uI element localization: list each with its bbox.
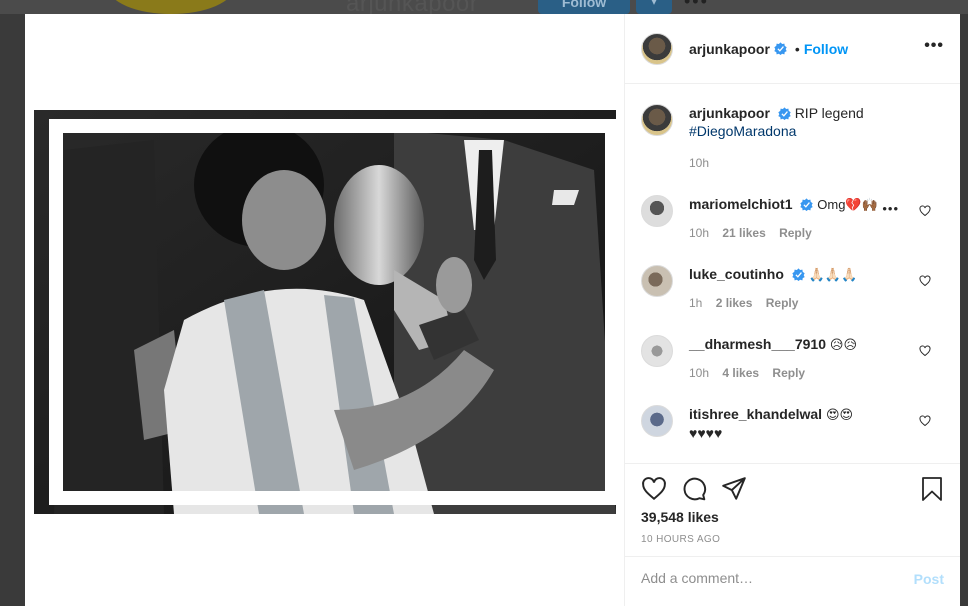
comment-like-heart-icon[interactable] [919, 275, 931, 287]
post-comment-button[interactable]: Post [914, 571, 944, 587]
reply-button[interactable]: Reply [766, 296, 799, 310]
comment-like-heart-icon[interactable] [919, 345, 931, 357]
post-media [25, 14, 625, 606]
commenter-avatar[interactable] [641, 405, 673, 437]
comment-text: 🙏🏻🙏🏻🙏🏻 [808, 267, 858, 282]
comment-likes[interactable]: 2 likes [716, 296, 753, 310]
comment-text: 😥😥 [829, 337, 857, 352]
verified-badge-icon [792, 268, 805, 281]
comment-text: 😍😍 [825, 407, 854, 422]
comment-likes[interactable]: 21 likes [722, 226, 765, 240]
more-options-icon[interactable]: ••• [924, 38, 944, 54]
comment-input[interactable] [641, 570, 891, 586]
background-username: arjunkapoor [346, 0, 479, 14]
post-timestamp[interactable]: 10 HOURS AGO [641, 534, 720, 545]
author-avatar[interactable] [641, 32, 673, 65]
commenter-avatar[interactable] [641, 195, 673, 227]
verified-badge-icon [800, 198, 814, 211]
comment-text: Omg💔🙌🏾 [817, 197, 878, 212]
post-photo[interactable] [34, 110, 616, 514]
commenter-username[interactable]: __dharmesh___7910 [689, 336, 826, 352]
comment-like-heart-icon[interactable] [919, 415, 931, 427]
post-actions: 39,548 likes 10 HOURS AGO [625, 463, 960, 545]
caption-text: RIP legend [794, 105, 864, 121]
share-icon[interactable] [721, 476, 747, 502]
comment-item: __dharmesh___7910 😥😥 10h 4 likes Reply [641, 335, 941, 382]
comment-time[interactable]: 1h [689, 296, 702, 310]
commenter-avatar[interactable] [641, 265, 673, 297]
post-header: arjunkapoor • Follow ••• [625, 14, 960, 84]
reply-button[interactable]: Reply [772, 366, 805, 380]
background-avatar [108, 0, 234, 14]
caption-avatar[interactable] [641, 104, 673, 136]
post-caption: arjunkapoor RIP legend #DiegoMaradona 10… [641, 104, 941, 172]
commenter-avatar[interactable] [641, 335, 673, 367]
background-follow-button[interactable]: Follow [538, 0, 630, 14]
comment-item: luke_coutinho 🙏🏻🙏🏻🙏🏻 1h 2 likes Reply [641, 265, 941, 312]
follow-button[interactable]: Follow [804, 41, 848, 57]
caption-hashtag[interactable]: #DiegoMaradona [689, 122, 864, 140]
add-comment-bar: Post [625, 556, 960, 606]
action-icons [641, 476, 944, 502]
header-separator-dot: • [794, 40, 800, 57]
comment-likes[interactable]: 4 likes [722, 366, 759, 380]
comment-item: mariomelchiot1 Omg💔🙌🏾 10h 21 likes Reply… [641, 195, 941, 242]
comment-text-line2: ♥♥♥♥ [689, 425, 723, 441]
likes-count[interactable]: 39,548 likes [641, 509, 719, 525]
post-modal: arjunkapoor • Follow ••• arjunkapoor RIP… [25, 14, 960, 606]
caption-username[interactable]: arjunkapoor [689, 105, 770, 121]
comment-more-icon[interactable]: ••• [882, 201, 899, 216]
comments-list[interactable]: arjunkapoor RIP legend #DiegoMaradona 10… [625, 85, 960, 463]
commenter-username[interactable]: itishree_khandelwal [689, 406, 822, 422]
caption-time[interactable]: 10h [689, 156, 709, 170]
background-dropdown-button[interactable]: ▾ [636, 0, 672, 14]
verified-badge-icon [774, 42, 787, 55]
heart-icon[interactable] [641, 476, 667, 502]
background-page-header: arjunkapoor Follow ▾ ••• [0, 0, 968, 14]
verified-badge-icon [778, 107, 791, 120]
comment-item: itishree_khandelwal 😍😍 ♥♥♥♥ [641, 405, 941, 442]
comment-time[interactable]: 10h [689, 226, 709, 240]
commenter-username[interactable]: mariomelchiot1 [689, 196, 792, 212]
comment-like-heart-icon[interactable] [919, 205, 931, 217]
commenter-username[interactable]: luke_coutinho [689, 266, 784, 282]
author-username[interactable]: arjunkapoor [689, 41, 770, 57]
background-more-icon[interactable]: ••• [684, 0, 709, 12]
bookmark-icon[interactable] [920, 476, 944, 502]
comment-icon[interactable] [681, 476, 707, 502]
comment-time[interactable]: 10h [689, 366, 709, 380]
post-side-panel: arjunkapoor • Follow ••• arjunkapoor RIP… [625, 14, 960, 606]
photo-image [34, 110, 616, 514]
reply-button[interactable]: Reply [779, 226, 812, 240]
